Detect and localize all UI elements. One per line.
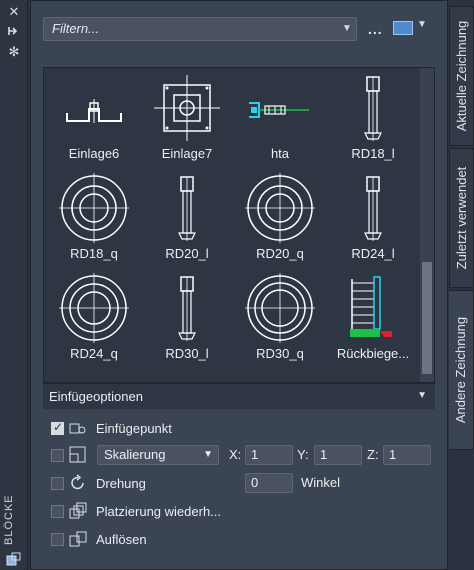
block-icon [6, 552, 22, 566]
rd30-q-block-icon [245, 273, 315, 343]
rotate-icon [71, 474, 84, 490]
block-tile-rd18-q[interactable]: RD18_q [44, 168, 144, 268]
rd18-q-block-icon [59, 173, 129, 243]
explode-icon [69, 531, 87, 547]
scale-x-label: X: [229, 447, 242, 462]
hta-block-icon [249, 102, 309, 118]
block-label: RD18_q [70, 246, 118, 261]
rd24-q-block-icon [59, 273, 129, 343]
block-label: RD20_l [165, 246, 209, 261]
explode-checkbox[interactable] [51, 533, 64, 546]
block-tile-einlage6[interactable]: Einlage6 [44, 68, 144, 168]
tab-label: Andere Zeichnung [453, 316, 468, 424]
block-tile-rd24-l[interactable]: RD24_l [323, 168, 423, 268]
palette-title-strip: ✕ ✻ BLÖCKE [0, 0, 28, 570]
block-tile-rd30-l[interactable]: RD30_l [137, 268, 237, 368]
more-options-button[interactable]: ... [368, 21, 383, 37]
block-label: RD30_q [256, 346, 304, 361]
rueckbiege-block-icon [350, 276, 392, 337]
block-label: Rückbiege... [336, 346, 410, 361]
scale-y-label: Y: [297, 447, 309, 462]
block-label: Einlage6 [68, 146, 120, 161]
explode-label: Auflösen [96, 532, 147, 547]
block-tile-rd18-l[interactable]: RD18_l [323, 68, 423, 168]
gallery-scrollbar[interactable] [420, 68, 434, 382]
settings-icon[interactable]: ✻ [6, 44, 22, 60]
rotation-unit-label: Winkel [301, 475, 341, 490]
block-label: RD24_q [70, 346, 118, 361]
block-tile-rd20-q[interactable]: RD20_q [230, 168, 330, 268]
block-label: RD30_l [165, 346, 209, 361]
scale-z-input[interactable]: 1 [383, 445, 431, 465]
scale-select-value: Skalierung [104, 447, 166, 462]
scale-select[interactable]: Skalierung ▼ [97, 445, 219, 465]
rd20-q-block-icon [245, 173, 315, 243]
rd24-l-block-icon [364, 176, 382, 241]
scale-x-input[interactable]: 1 [245, 445, 293, 465]
block-label: hta [270, 146, 290, 161]
block-tile-rueckbiege[interactable]: Rückbiege... [323, 268, 423, 368]
repeat-placement-icon [69, 502, 87, 519]
scale-y-input[interactable]: 1 [314, 445, 362, 465]
repeat-placement-checkbox[interactable] [51, 505, 64, 518]
chevron-down-icon: ▼ [203, 449, 213, 460]
palette-tabs: Aktuelle Zeichnung Zuletzt verwendet And… [449, 0, 474, 570]
block-label: Einlage7 [161, 146, 213, 161]
view-dropdown-icon[interactable]: ▼ [417, 19, 427, 30]
block-label: RD18_l [351, 146, 395, 161]
filter-dropdown-icon[interactable]: ▼ [337, 17, 357, 41]
chevron-down-icon[interactable]: ▼ [417, 390, 427, 401]
scale-z-label: Z: [367, 447, 379, 462]
einlage7-block-icon [154, 75, 220, 141]
einlage6-block-icon [66, 99, 122, 123]
rotation-checkbox[interactable] [51, 477, 64, 490]
tab-recently-used[interactable]: Zuletzt verwendet [449, 148, 474, 288]
scale-checkbox[interactable] [51, 449, 64, 462]
block-tile-rd30-q[interactable]: RD30_q [230, 268, 330, 368]
palette-title: BLÖCKE [3, 494, 15, 546]
insertion-point-label: Einfügepunkt [96, 421, 172, 436]
insertion-point-icon [69, 423, 86, 434]
block-tile-rd20-l[interactable]: RD20_l [137, 168, 237, 268]
tab-current-drawing[interactable]: Aktuelle Zeichnung [449, 6, 474, 146]
rotation-angle-input[interactable]: 0 [245, 473, 293, 493]
block-label: RD20_q [256, 246, 304, 261]
rd18-l-block-icon [364, 76, 382, 141]
thumbnail-view-icon[interactable] [393, 21, 413, 35]
block-gallery: Einlage6 Einlage7 hta RD18_l RD18_q RD20… [43, 67, 435, 383]
tab-other-drawing[interactable]: Andere Zeichnung [449, 290, 474, 450]
blocks-palette: Filtern... ▼ ... ▼ Einlage6 Einlage7 hta… [30, 0, 448, 570]
pin-icon[interactable] [6, 24, 22, 40]
block-label: RD24_l [351, 246, 395, 261]
scale-icon [69, 446, 86, 463]
rd30-l-block-icon [178, 276, 196, 341]
tab-label: Zuletzt verwendet [454, 166, 469, 270]
insertion-point-checkbox[interactable] [51, 420, 64, 435]
filter-input[interactable]: Filtern... [43, 17, 357, 41]
insert-options-title: Einfügeoptionen [49, 389, 143, 404]
rd20-l-block-icon [178, 176, 196, 241]
rotation-label: Drehung [96, 476, 146, 491]
block-tile-hta[interactable]: hta [230, 68, 330, 168]
block-tile-einlage7[interactable]: Einlage7 [137, 68, 237, 168]
insert-options-header[interactable]: Einfügeoptionen ▼ [43, 383, 435, 409]
scrollbar-thumb[interactable] [422, 262, 432, 374]
block-tile-rd24-q[interactable]: RD24_q [44, 268, 144, 368]
close-icon[interactable]: ✕ [6, 4, 22, 20]
tab-label: Aktuelle Zeichnung [454, 20, 469, 132]
repeat-placement-label: Platzierung wiederh... [96, 504, 222, 519]
